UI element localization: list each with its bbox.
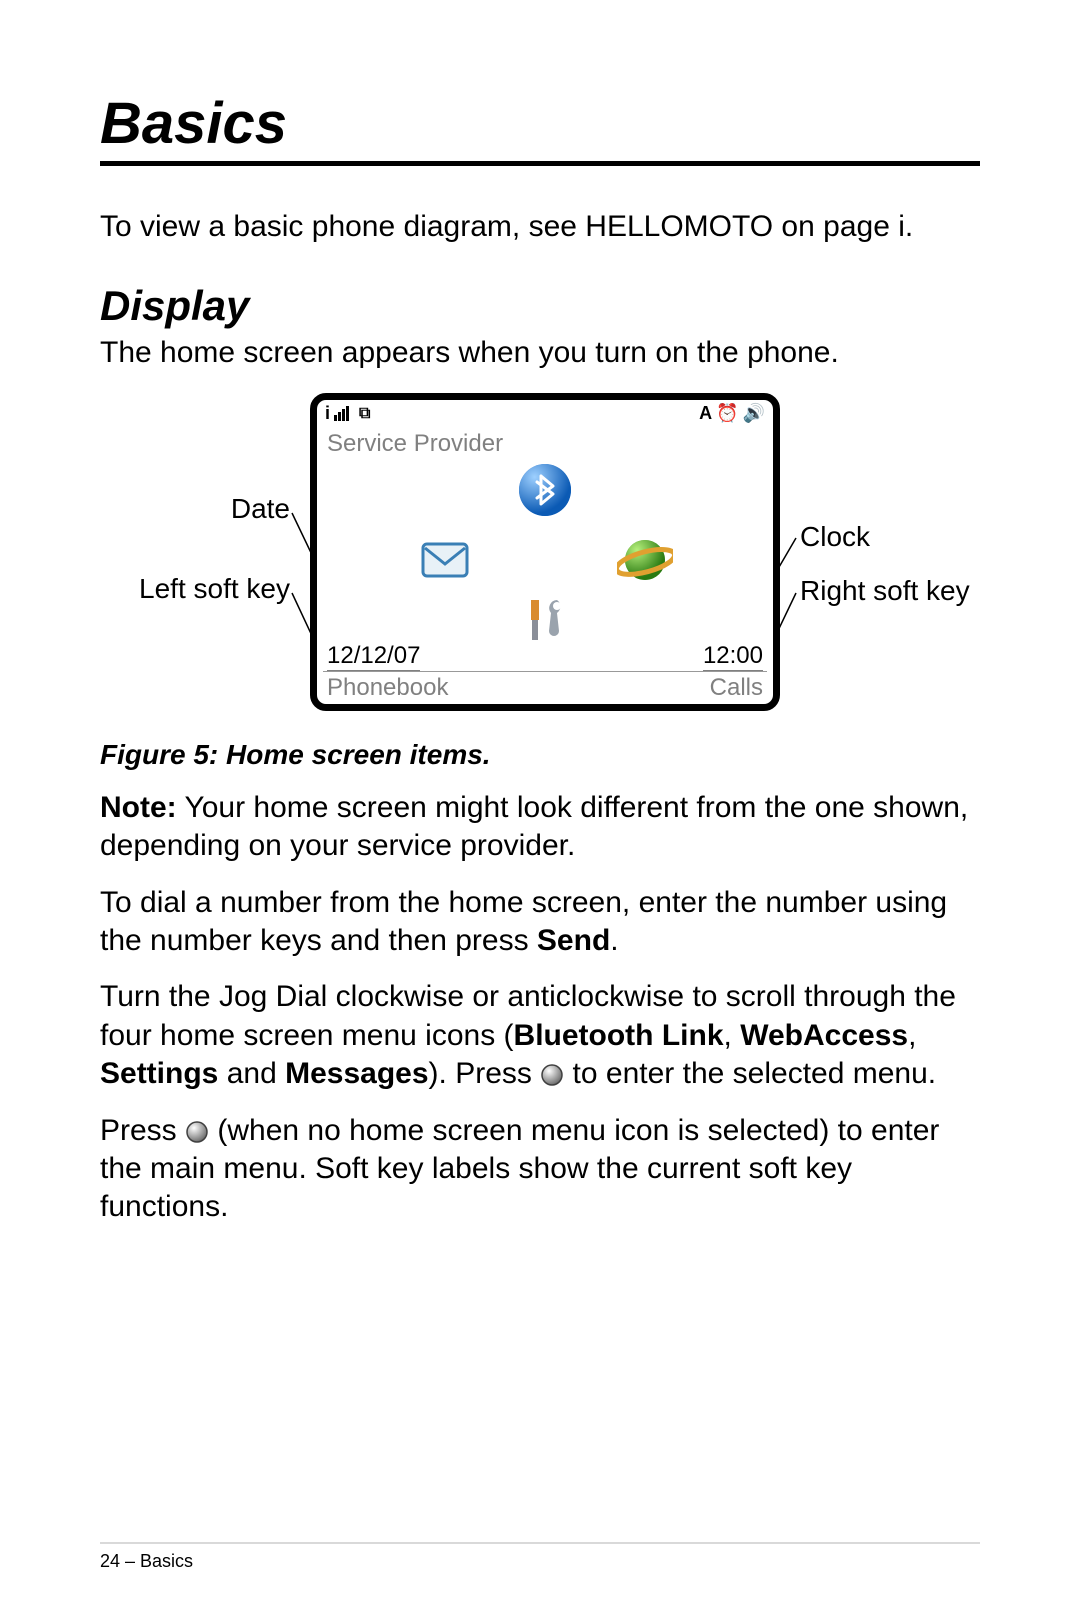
jog-bold-4: Messages xyxy=(285,1057,428,1090)
status-bar: i ⧉ A ⏰ 🔊 xyxy=(317,400,773,428)
softkey-row: Phonebook Calls xyxy=(317,672,773,706)
jog-sep3: and xyxy=(218,1057,285,1090)
note-body: Your home screen might look different fr… xyxy=(100,791,968,862)
callout-left-soft-key: Left soft key xyxy=(100,573,290,605)
service-provider-label: Service Provider xyxy=(317,428,773,462)
callout-right-soft-key: Right soft key xyxy=(800,575,970,607)
chapter-heading: Basics xyxy=(100,90,980,166)
figure-caption: Figure 5: Home screen items. xyxy=(100,739,980,771)
dial-paragraph: To dial a number from the home screen, e… xyxy=(100,884,980,961)
jog-bold-2: WebAccess xyxy=(740,1019,908,1052)
section-lead: The home screen appears when you turn on… xyxy=(100,334,980,372)
home-time: 12:00 xyxy=(703,642,763,671)
home-icon-grid xyxy=(317,462,773,642)
home-date: 12/12/07 xyxy=(327,642,420,671)
signal-bars-icon xyxy=(334,406,349,421)
left-softkey-label[interactable]: Phonebook xyxy=(327,674,448,702)
jog-c: to enter the selected menu. xyxy=(564,1057,936,1090)
press-b: (when no home screen menu icon is select… xyxy=(100,1114,939,1224)
webaccess-icon[interactable] xyxy=(617,532,673,588)
footer-rule xyxy=(100,1542,980,1544)
jog-sep1: , xyxy=(724,1019,741,1052)
home-screen-figure: Date Left soft key Clock Right soft key … xyxy=(100,393,980,723)
dial-line-1-suffix: . xyxy=(610,924,618,957)
status-left-group: i ⧉ xyxy=(325,403,370,424)
section-heading: Display xyxy=(100,282,980,330)
bluetooth-icon[interactable] xyxy=(517,462,573,518)
input-mode-indicator: A xyxy=(699,403,712,424)
phone-home-screen: i ⧉ A ⏰ 🔊 Service Provider xyxy=(310,393,780,711)
alarm-icon: ⏰ xyxy=(716,403,738,424)
manual-page: Basics To view a basic phone diagram, se… xyxy=(0,0,1080,1622)
jog-bold-1: Bluetooth Link xyxy=(514,1019,724,1052)
page-footer: 24 – Basics xyxy=(100,1551,193,1572)
status-right-group: A ⏰ 🔊 xyxy=(699,403,765,424)
jog-sep2: , xyxy=(908,1019,916,1052)
press-a: Press xyxy=(100,1114,185,1147)
sound-icon: 🔊 xyxy=(743,403,765,424)
dial-line-1: To dial a number from the home screen, e… xyxy=(100,886,947,957)
note-paragraph: Note: Your home screen might look differ… xyxy=(100,789,980,866)
gprs-icon: ⧉ xyxy=(359,405,370,423)
intro-paragraph: To view a basic phone diagram, see HELLO… xyxy=(100,208,980,246)
jog-bold-3: Settings xyxy=(100,1057,218,1090)
signal-antenna-icon: i xyxy=(325,403,330,424)
dial-send-word: Send xyxy=(537,924,610,957)
jog-dial-icon xyxy=(185,1116,209,1140)
callout-date: Date xyxy=(100,493,290,525)
callout-clock: Clock xyxy=(800,521,870,553)
jog-dial-icon xyxy=(540,1059,564,1083)
right-softkey-label[interactable]: Calls xyxy=(710,674,763,702)
press-paragraph: Press (when no home screen menu icon is … xyxy=(100,1112,980,1227)
settings-icon[interactable] xyxy=(517,592,573,648)
note-prefix: Note: xyxy=(100,791,177,824)
jog-b: ). Press xyxy=(429,1057,541,1090)
messages-icon[interactable] xyxy=(417,532,473,588)
jog-paragraph: Turn the Jog Dial clockwise or anticlock… xyxy=(100,978,980,1093)
